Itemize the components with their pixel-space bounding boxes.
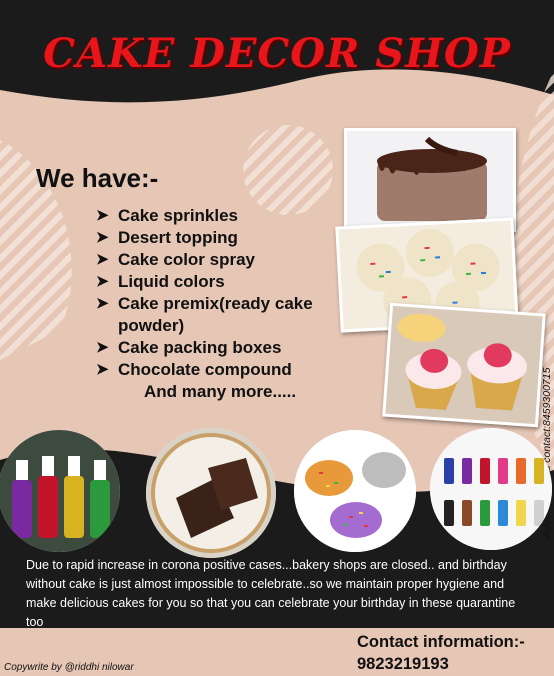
chocolate-compound-circle xyxy=(146,428,276,558)
list-item: ➤ Desert topping xyxy=(96,228,238,247)
cupcakes-photo xyxy=(382,302,546,428)
more-text: And many more..... xyxy=(144,382,297,401)
list-item: ➤ Cake color spray xyxy=(96,250,256,269)
list-item: ➤ Cake packing boxes xyxy=(96,338,282,357)
list-item: ➤ Cake sprinkles xyxy=(96,206,239,225)
arrow-bullet-icon: ➤ xyxy=(96,273,109,290)
list-item: ➤ Cake premix(ready cake powder) xyxy=(96,294,313,335)
sprinkles-circle xyxy=(294,430,416,552)
liquid-colors-circle xyxy=(430,428,552,550)
list-heading: We have:- xyxy=(36,163,159,193)
arrow-bullet-icon: ➤ xyxy=(96,339,109,356)
drip-cake-photo xyxy=(344,128,516,232)
arrow-bullet-icon: ➤ xyxy=(96,207,109,224)
poster-title: CAKE DECOR SHOP xyxy=(43,30,511,77)
product-list: ➤ Cake sprinkles ➤ Desert topping ➤ Cake co… xyxy=(96,205,346,381)
poster: CAKE DECOR SHOP We have:- ➤ Cake sprinkle… xyxy=(0,0,554,676)
list-item: ➤ Liquid colors xyxy=(96,272,225,291)
arrow-bullet-icon: ➤ xyxy=(96,251,109,268)
contact-phone: 9823219193 xyxy=(357,655,449,673)
arrow-bullet-icon: ➤ xyxy=(96,229,109,246)
contact-label: Contact information:- xyxy=(357,633,525,651)
arrow-bullet-icon: ➤ xyxy=(96,361,109,378)
copyright-text: Copywrite by @riddhi nilowar xyxy=(4,662,134,673)
list-item: ➤ Chocolate compound xyxy=(96,360,292,379)
arrow-bullet-icon: ➤ xyxy=(96,295,109,312)
notice-text: Due to rapid increase in corona positive… xyxy=(26,558,516,629)
cake-spray-circle xyxy=(0,430,120,552)
